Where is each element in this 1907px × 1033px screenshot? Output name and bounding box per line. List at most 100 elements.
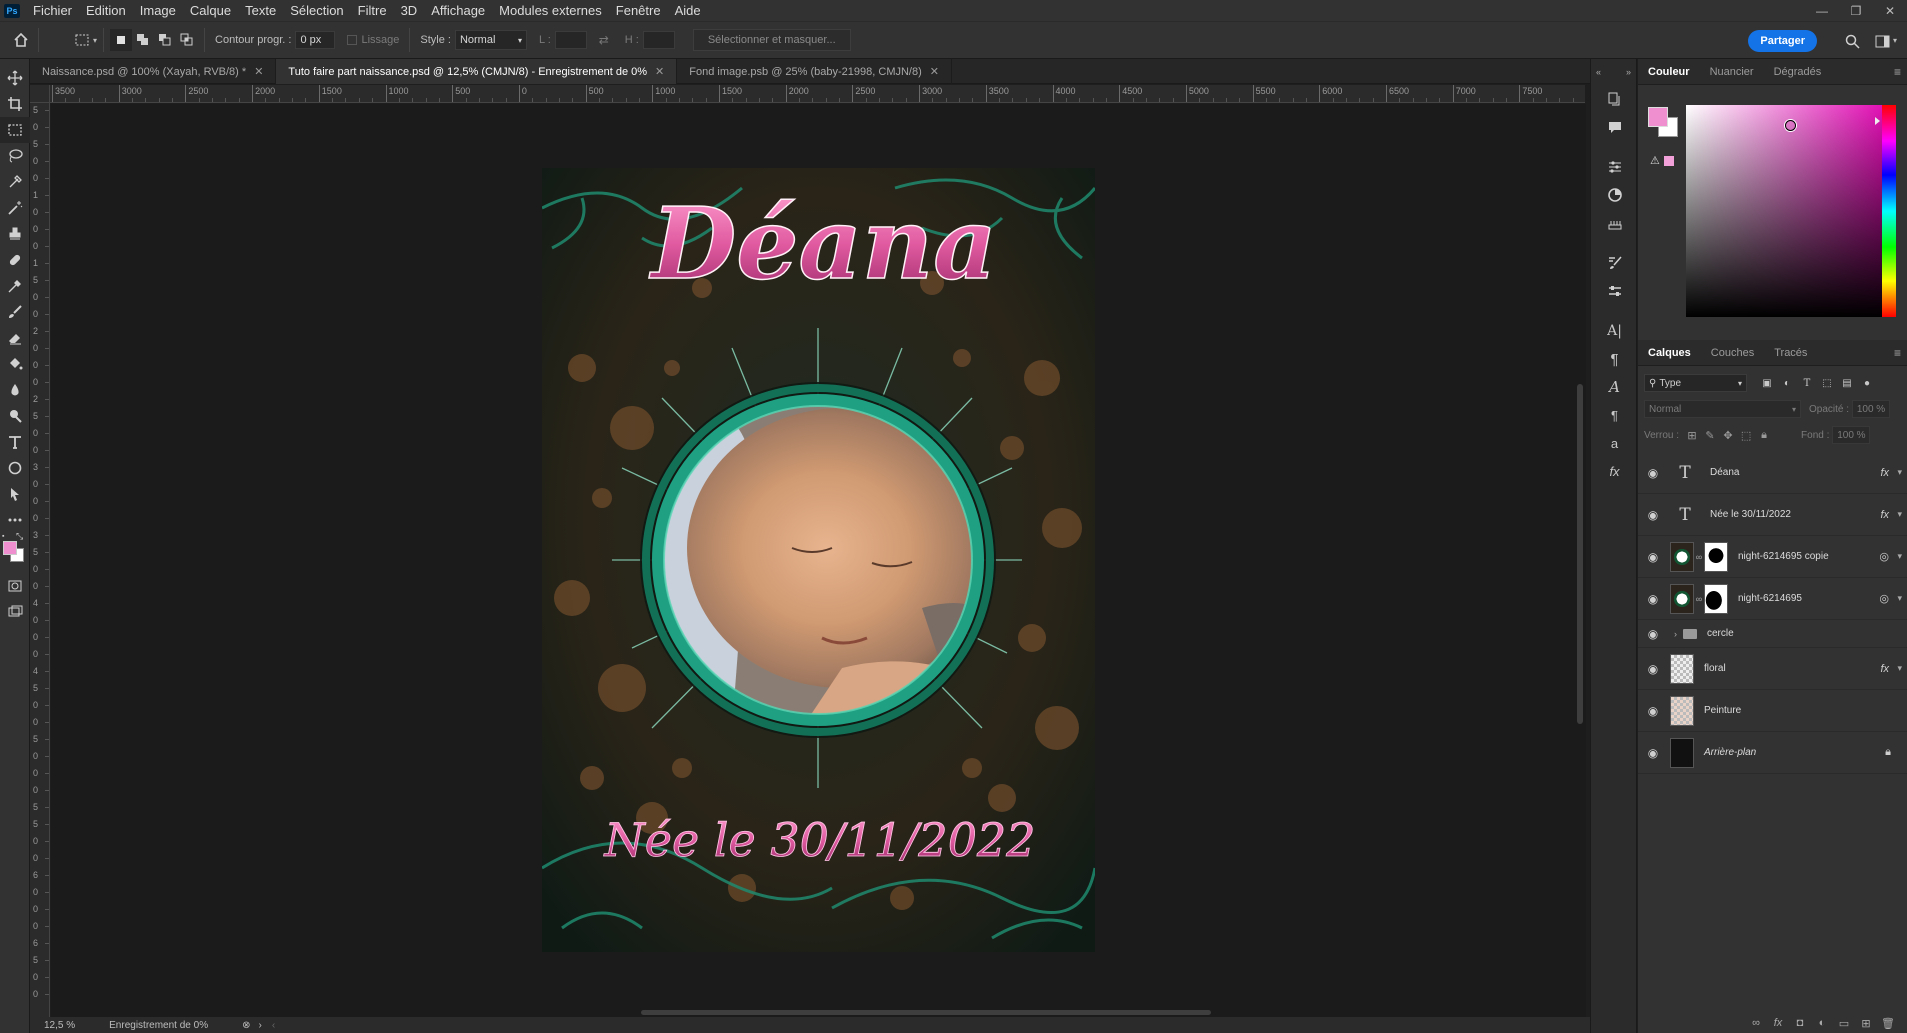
visibility-eye-icon[interactable]: ◉ (1638, 508, 1668, 522)
quick-mask-icon[interactable] (0, 573, 30, 599)
ellipse-tool-icon[interactable] (0, 455, 30, 481)
menu-fichier[interactable]: Fichier (26, 0, 79, 21)
eyedropper-icon[interactable] (0, 273, 30, 299)
share-button[interactable]: Partager (1748, 30, 1817, 52)
menu-modules-externes[interactable]: Modules externes (492, 0, 609, 21)
paragraph-styles-icon[interactable]: ¶ (1591, 401, 1638, 429)
tab-degrades[interactable]: Dégradés (1764, 59, 1832, 85)
dodge-tool-icon[interactable] (0, 403, 30, 429)
layer-row[interactable]: ◉ floral fx ▾ (1638, 648, 1907, 690)
more-tools-icon[interactable] (0, 507, 30, 533)
tab-couleur[interactable]: Couleur (1638, 59, 1700, 85)
chevron-down-icon[interactable]: ▾ (1897, 593, 1902, 604)
filter-pixel-icon[interactable]: ▣ (1757, 374, 1777, 392)
intersect-selection-icon[interactable] (176, 29, 198, 51)
character-icon[interactable]: A| (1591, 317, 1638, 345)
character-styles-icon[interactable]: a (1591, 429, 1638, 457)
tool-presets-icon[interactable] (1591, 277, 1638, 305)
swap-dimensions-icon[interactable]: ⇄ (593, 29, 615, 51)
object-selection-icon[interactable] (0, 169, 30, 195)
link-layers-icon[interactable]: ∞ (1745, 1017, 1767, 1029)
layer-name[interactable]: night-6214695 (1738, 593, 1802, 604)
close-icon[interactable]: ✕ (1873, 0, 1907, 21)
color-wheel-icon[interactable] (1591, 181, 1638, 209)
menu-edition[interactable]: Edition (79, 0, 133, 21)
panel-menu-icon[interactable]: ≡ (1894, 65, 1901, 79)
magic-wand-icon[interactable] (0, 195, 30, 221)
menu-image[interactable]: Image (133, 0, 183, 21)
chevron-down-icon[interactable]: ▾ (1897, 663, 1902, 674)
layer-name[interactable]: Déana (1710, 467, 1739, 478)
filter-type-icon[interactable]: T (1797, 374, 1817, 392)
visibility-eye-icon[interactable]: ◉ (1638, 704, 1668, 718)
crop-tool-icon[interactable] (0, 91, 30, 117)
close-tab-icon[interactable]: ✕ (254, 65, 263, 78)
menu-filtre[interactable]: Filtre (351, 0, 394, 21)
color-swatches[interactable]: ▪ ⤡ (0, 531, 30, 573)
layer-row[interactable]: ◉ ∞ night-6214695 copie ◎ ▾ (1638, 536, 1907, 578)
tab-couches[interactable]: Couches (1701, 340, 1764, 366)
chevron-down-icon[interactable]: ▾ (1893, 30, 1907, 52)
visibility-eye-icon[interactable]: ◉ (1638, 466, 1668, 480)
layer-row[interactable]: ◉ ∞ night-6214695 ◎ ▾ (1638, 578, 1907, 620)
default-colors-icon[interactable]: ▪ (2, 533, 4, 540)
vertical-ruler[interactable]: 5 0 5 0 0 1 0 0 0 1 5 0 0 2 0 0 0 2 5 0 0 3 0 0 0 3 5 0 0 4 0 0 0 4 5 0 0 5 0 0… (30, 103, 50, 1018)
tab-calques[interactable]: Calques (1638, 340, 1701, 366)
add-selection-icon[interactable] (132, 29, 154, 51)
layer-mask-thumbnail[interactable] (1704, 541, 1728, 572)
adjustments-icon[interactable] (1591, 153, 1638, 181)
marquee-tool-icon[interactable] (0, 117, 30, 143)
history-icon[interactable] (1591, 85, 1638, 113)
brush-tool-icon[interactable] (0, 299, 30, 325)
menu-calque[interactable]: Calque (183, 0, 238, 21)
filter-shape-icon[interactable]: ⬚ (1817, 374, 1837, 392)
menu-3d[interactable]: 3D (394, 0, 425, 21)
panel-menu-icon[interactable]: ≡ (1894, 346, 1901, 360)
visibility-eye-icon[interactable]: ◉ (1638, 662, 1668, 676)
filter-toggle-icon[interactable]: ● (1857, 374, 1877, 392)
brushes-icon[interactable] (1591, 249, 1638, 277)
vertical-scrollbar-thumb[interactable] (1577, 384, 1583, 724)
layer-effects-icon[interactable]: fx (1880, 663, 1889, 675)
scroll-left-icon[interactable]: ‹ (272, 1020, 275, 1031)
blur-tool-icon[interactable] (0, 377, 30, 403)
stamp-tool-icon[interactable] (0, 221, 30, 247)
gamut-correction-swatch[interactable] (1664, 156, 1674, 166)
filter-adjustment-icon[interactable]: ◐ (1777, 374, 1797, 392)
smart-filter-icon[interactable]: ◎ (1879, 550, 1889, 563)
foreground-color-swatch[interactable] (3, 541, 17, 555)
close-tab-icon[interactable]: ✕ (655, 65, 664, 78)
menu-aide[interactable]: Aide (668, 0, 708, 21)
tab-traces[interactable]: Tracés (1764, 340, 1817, 366)
saturation-brightness-field[interactable] (1686, 105, 1896, 317)
zoom-level[interactable]: 12,5 % (44, 1020, 75, 1031)
menu-affichage[interactable]: Affichage (424, 0, 492, 21)
chevron-right-icon[interactable]: › (1674, 629, 1677, 639)
lock-pixels-icon[interactable]: ✎ (1701, 429, 1719, 442)
layer-mask-thumbnail[interactable] (1704, 583, 1728, 614)
layer-effects-icon[interactable]: fx (1880, 467, 1889, 479)
lock-icon[interactable]: 🔒︎ (1885, 746, 1891, 759)
lasso-tool-icon[interactable] (0, 143, 30, 169)
lock-transparency-icon[interactable]: ⊞ (1683, 429, 1701, 442)
style-select[interactable]: Normal ▾ (454, 30, 527, 50)
new-group-icon[interactable]: ▭ (1833, 1017, 1855, 1030)
new-adjustment-icon[interactable]: ◐ (1811, 1017, 1833, 1029)
horizontal-ruler[interactable]: 3500 3000 2500 2000 1500 1000 500 0 500 1000 1500 2… (50, 85, 1585, 103)
gamut-warning-icon[interactable]: ⚠ (1650, 154, 1660, 167)
eraser-icon[interactable] (0, 325, 30, 351)
filter-smart-object-icon[interactable]: ▤ (1837, 374, 1857, 392)
add-mask-icon[interactable]: ◘ (1789, 1017, 1811, 1029)
rectangle-marquee-icon[interactable] (71, 29, 93, 51)
visibility-eye-icon[interactable]: ◉ (1638, 627, 1668, 641)
blend-mode-select[interactable]: Normal ▾ (1644, 400, 1801, 418)
tab-nuancier[interactable]: Nuancier (1700, 59, 1764, 85)
layer-row[interactable]: ◉ T Née le 30/11/2022 fx ▾ (1638, 494, 1907, 536)
mask-link-icon[interactable]: ∞ (1694, 552, 1704, 562)
color-picker-cursor[interactable] (1785, 120, 1796, 131)
opacity-input[interactable]: 100 % (1852, 400, 1891, 418)
collapse-right-icon[interactable]: » (1626, 67, 1631, 77)
layer-name[interactable]: Peinture (1704, 705, 1741, 716)
healing-brush-icon[interactable] (0, 247, 30, 273)
new-layer-icon[interactable]: ⊞ (1855, 1017, 1877, 1030)
